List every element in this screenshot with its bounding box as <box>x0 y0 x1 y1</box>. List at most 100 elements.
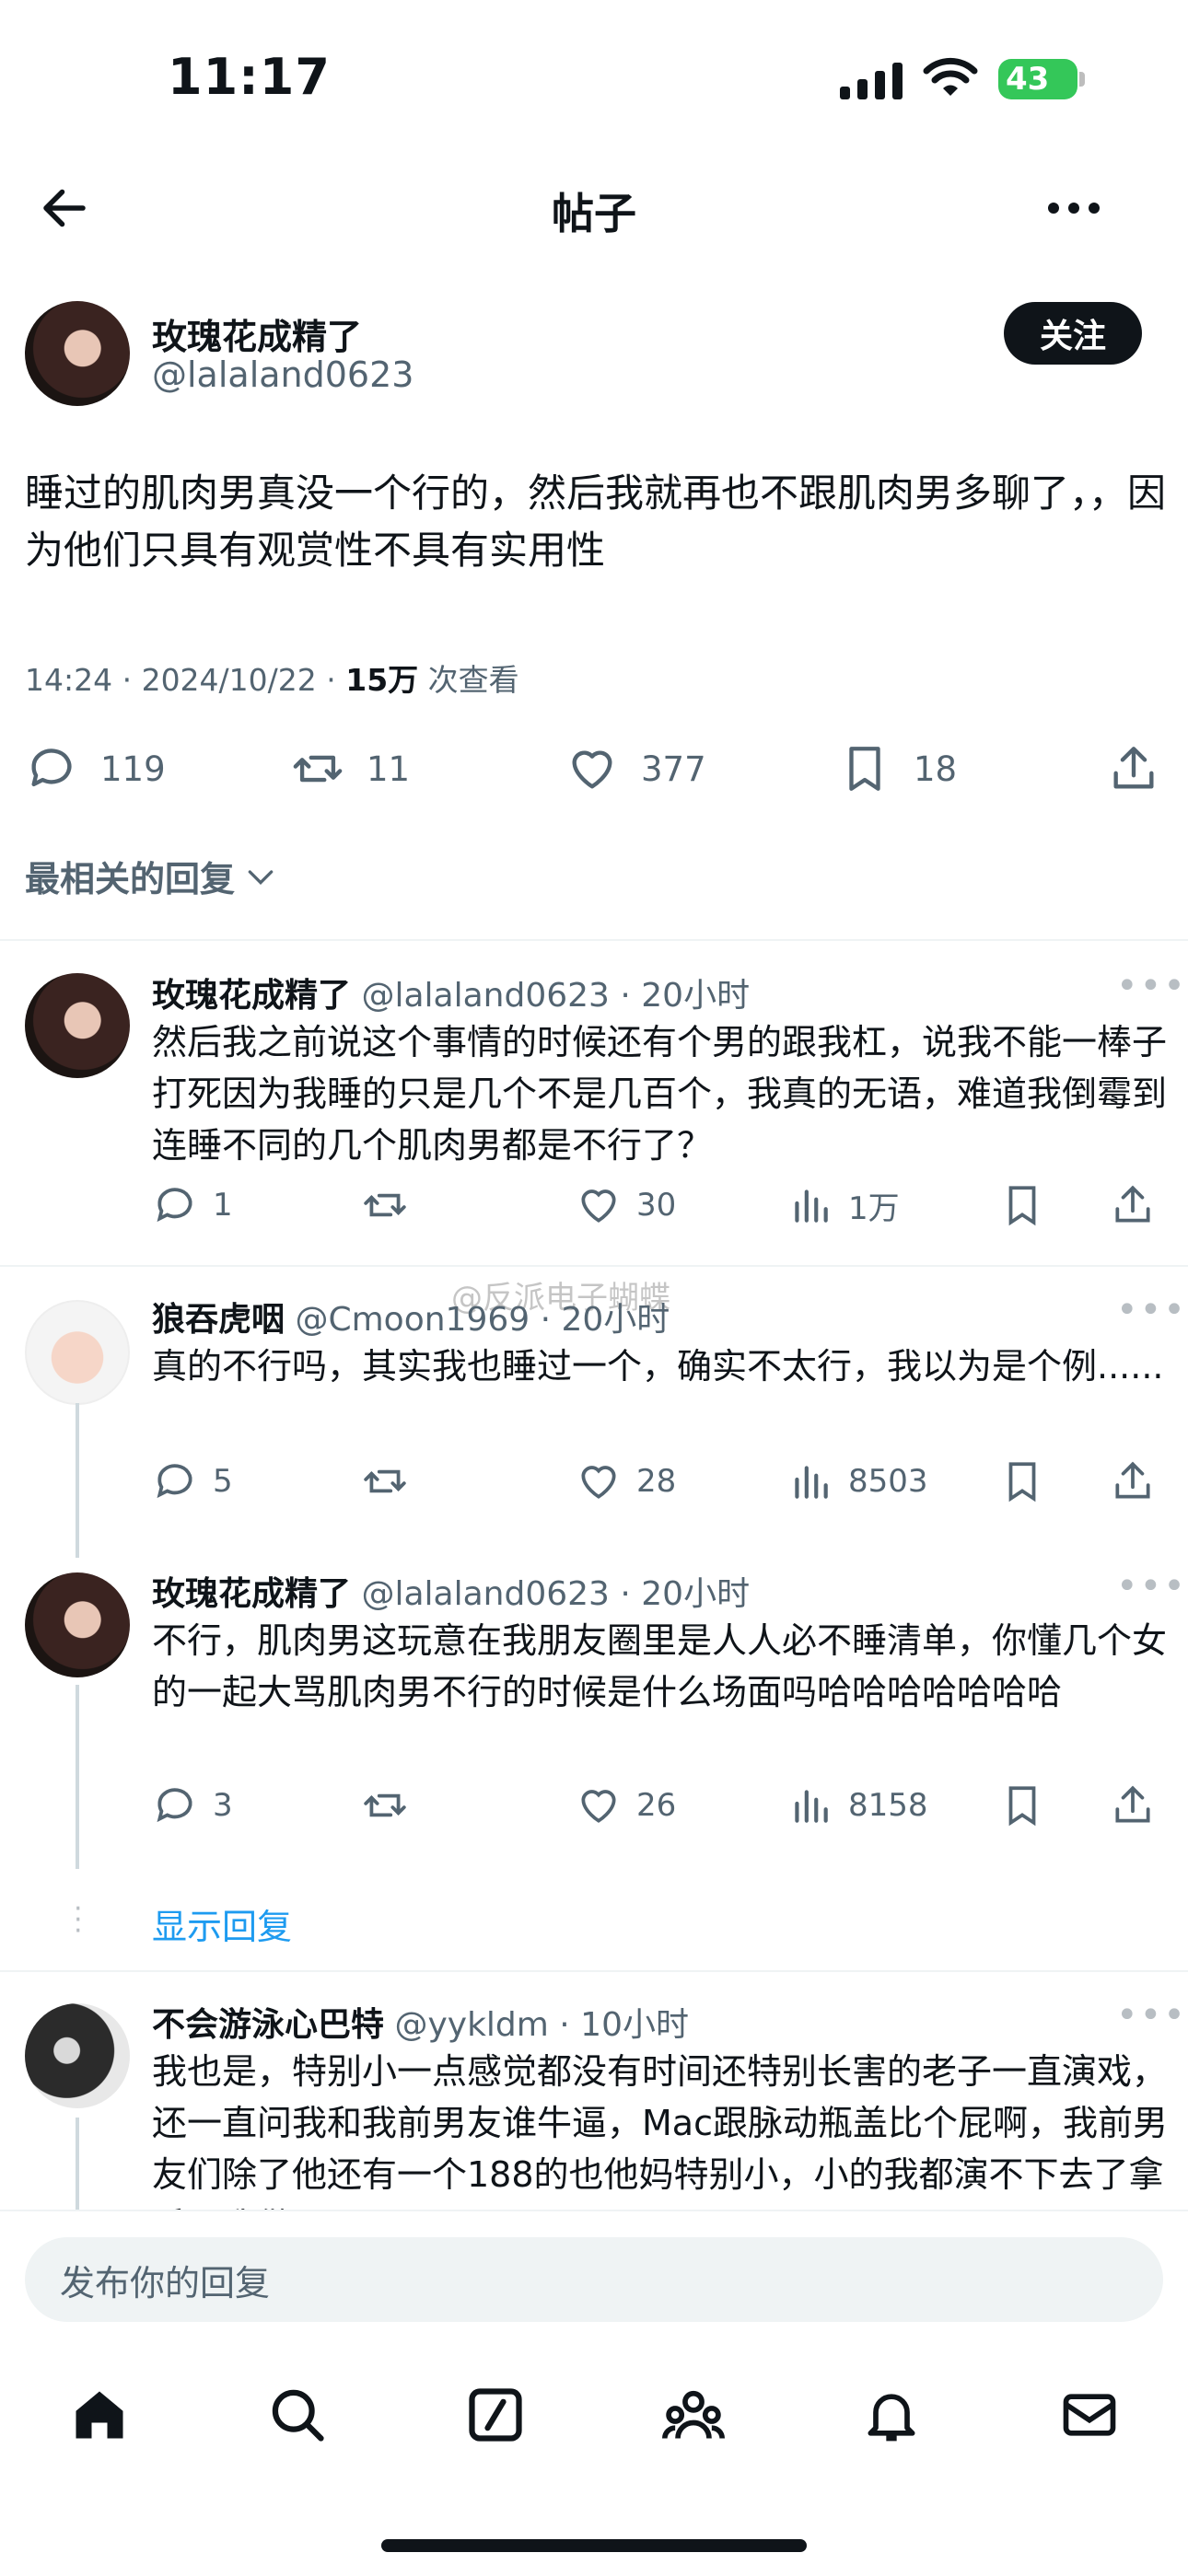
more-icon[interactable] <box>1044 190 1103 226</box>
more-icon[interactable]: ••• <box>1116 1565 1187 1607</box>
bookmark-action[interactable] <box>999 1782 1045 1828</box>
more-icon[interactable]: ••• <box>1116 965 1187 1007</box>
share-action[interactable] <box>1110 1782 1156 1828</box>
reply-header: 玫瑰花成精了 @lalaland0623 · 20小时 <box>152 969 750 1016</box>
heart-icon <box>581 1189 616 1223</box>
show-replies-link[interactable]: 显示回复 <box>152 1898 292 1949</box>
post-meta: 14:24 · 2024/10/22 · 15万 次查看 <box>25 656 519 700</box>
share-action[interactable] <box>1110 1458 1156 1504</box>
views-action[interactable]: 1万 <box>787 1182 900 1228</box>
reply-text: 我也是，特别小一点感觉都没有时间还特别长害的老子一直演戏，还一直问我和我前男友谁… <box>152 2051 1168 2210</box>
thread-line <box>76 1685 79 1869</box>
views-action[interactable]: 8158 <box>787 1782 928 1828</box>
more-icon[interactable]: ••• <box>1116 1994 1187 2036</box>
communities-icon[interactable] <box>661 2384 725 2446</box>
like-count: 30 <box>636 1187 677 1224</box>
like-count: 28 <box>636 1463 677 1500</box>
reply-icon <box>157 1464 192 1499</box>
like-action[interactable]: 28 <box>576 1458 676 1504</box>
views-count: 1万 <box>848 1189 900 1227</box>
reply-author[interactable]: 玫瑰花成精了 <box>152 977 351 1015</box>
reply-text: 不行，肌肉男这玩意在我朋友圈里是人人必不睡清单，你懂几个女的一起大骂肌肉男不行的… <box>152 1620 1168 1712</box>
retweet-action[interactable] <box>362 1782 408 1828</box>
notifications-icon[interactable] <box>860 2384 923 2446</box>
avatar[interactable] <box>25 2003 130 2108</box>
views-icon <box>795 1790 828 1823</box>
compose-icon[interactable] <box>464 2384 527 2446</box>
heart-icon <box>581 1790 616 1823</box>
author-name[interactable]: 玫瑰花成精了 <box>152 308 362 359</box>
reply-author[interactable]: 狼吞虎咽 <box>152 1301 285 1339</box>
avatar[interactable] <box>25 1300 130 1405</box>
retweet-action[interactable] <box>362 1458 408 1504</box>
avatar[interactable] <box>25 301 130 406</box>
sort-dropdown[interactable]: 最相关的回复 <box>25 851 279 901</box>
post-text: 睡过的肌肉男真没一个行的，然后我就再也不跟肌肉男多聊了，，因为他们只具有观赏性不… <box>25 470 1167 573</box>
post-views-label: 次查看 <box>418 662 519 698</box>
retweet-icon <box>364 1793 406 1817</box>
bookmark-action[interactable] <box>999 1458 1045 1504</box>
home-icon[interactable] <box>68 2384 131 2446</box>
like-action[interactable]: 30 <box>576 1182 676 1228</box>
reply-actions: 1 30 1万 <box>152 1182 1165 1234</box>
author-handle[interactable]: @lalaland0623 <box>152 354 413 395</box>
signal-icon <box>840 63 903 99</box>
reply-author[interactable]: 玫瑰花成精了 <box>152 1575 351 1613</box>
reply-actions: 5 28 8503 <box>152 1458 1165 1510</box>
sort-label: 最相关的回复 <box>25 859 236 899</box>
home-indicator <box>381 2539 807 2552</box>
post-time: 14:24 · 2024/10/22 · <box>25 662 346 698</box>
more-icon[interactable]: ••• <box>1116 1289 1187 1331</box>
like-stat[interactable]: 377 <box>565 742 706 795</box>
reply-header: 玫瑰花成精了 @lalaland0623 · 20小时 <box>152 1567 750 1615</box>
search-icon[interactable] <box>266 2384 329 2446</box>
reply-stat[interactable]: 119 <box>25 742 166 795</box>
battery-cap <box>1079 72 1085 87</box>
battery-indicator: 43 <box>998 59 1077 99</box>
reply-count: 5 <box>213 1463 233 1500</box>
thread-line <box>76 2118 79 2210</box>
divider <box>0 1265 1188 1267</box>
bookmark-count: 18 <box>914 748 958 789</box>
tab-bar <box>0 2346 1188 2484</box>
avatar[interactable] <box>25 1572 130 1677</box>
share-icon <box>1115 1461 1150 1499</box>
reply-icon <box>157 1788 192 1823</box>
reply-action[interactable]: 5 <box>152 1458 233 1504</box>
reply-item[interactable]: 不会游泳心巴特 @yykldm · 10小时 ••• 我也是，特别小一点感觉都没… <box>0 1989 1188 2210</box>
reply-action[interactable]: 1 <box>152 1182 233 1228</box>
reply-handle: @yykldm · 10小时 <box>394 2006 689 2044</box>
retweet-stat[interactable]: 11 <box>291 742 410 795</box>
status-time: 11:17 <box>168 48 331 106</box>
reply-author[interactable]: 不会游泳心巴特 <box>152 2006 384 2044</box>
share-icon[interactable] <box>1107 742 1160 795</box>
views-count: 8503 <box>848 1463 928 1500</box>
views-icon <box>795 1189 828 1223</box>
views-icon <box>795 1466 828 1499</box>
bookmark-action[interactable] <box>999 1182 1045 1228</box>
share-icon <box>1115 1785 1150 1823</box>
follow-button[interactable]: 关注 <box>1004 302 1142 365</box>
avatar[interactable] <box>25 973 130 1078</box>
like-action[interactable]: 26 <box>576 1782 676 1828</box>
retweet-icon <box>364 1193 406 1217</box>
heart-icon <box>581 1466 616 1499</box>
share-action[interactable] <box>1110 1182 1156 1228</box>
retweet-action[interactable] <box>362 1182 408 1228</box>
reply-handle: @lalaland0623 · 20小时 <box>361 977 751 1015</box>
page-title: 帖子 <box>552 189 636 238</box>
reply-input[interactable]: 发布你的回复 <box>25 2237 1163 2322</box>
bookmark-stat[interactable]: 18 <box>838 742 957 795</box>
chevron-down-icon <box>248 869 274 885</box>
heart-icon <box>572 750 612 789</box>
retweet-icon <box>364 1469 406 1493</box>
reply-count: 1 <box>213 1187 233 1224</box>
reply-header: 狼吞虎咽 @Cmoon1969 · 20小时 <box>152 1293 670 1340</box>
like-count: 26 <box>636 1787 677 1824</box>
reply-action[interactable]: 3 <box>152 1782 233 1828</box>
messages-icon[interactable] <box>1058 2384 1121 2446</box>
thread-dots: · · · <box>74 1893 83 1947</box>
reply-count: 119 <box>100 748 166 789</box>
views-action[interactable]: 8503 <box>787 1458 928 1504</box>
post-views: 15万 <box>345 662 419 698</box>
